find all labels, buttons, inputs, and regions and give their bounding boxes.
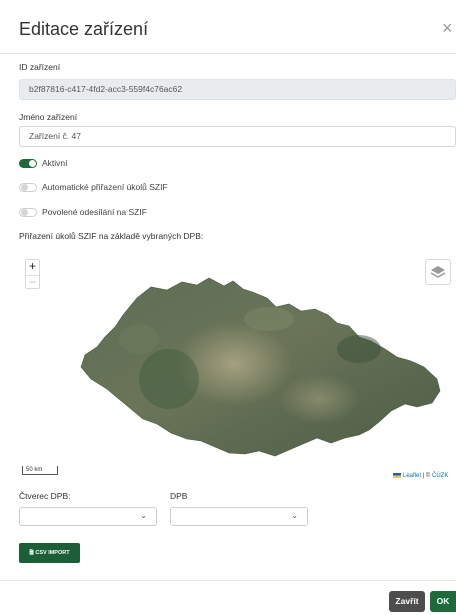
- file-icon: 🗎: [29, 550, 34, 556]
- toggle-knob: [21, 184, 28, 191]
- flag-icon: [393, 473, 401, 478]
- toggle-switch-off[interactable]: [19, 183, 37, 192]
- satellite-map-shape: [80, 277, 441, 457]
- dpb-select[interactable]: ⌄: [170, 507, 308, 526]
- dpb-label: DPB: [170, 491, 188, 501]
- toggle-active-label: Aktivní: [42, 158, 68, 168]
- chevron-down-icon: ⌄: [291, 511, 298, 520]
- zoom-control: + −: [25, 259, 40, 289]
- attribution-separator: | ©: [421, 473, 432, 480]
- ctverec-select[interactable]: ⌄: [19, 507, 157, 526]
- csv-import-button[interactable]: 🗎 CSV IMPORT: [19, 543, 80, 563]
- close-button[interactable]: Zavřít: [389, 591, 425, 612]
- dialog-header: Editace zařízení ×: [0, 0, 456, 54]
- device-id-field: b2f87816-c417-4fd2-acc3-559f4c76ac62: [19, 79, 456, 100]
- zoom-out-button[interactable]: −: [26, 275, 39, 290]
- map-label: Přiřazení úkolů SZIF na základě vybranýc…: [19, 231, 204, 241]
- csv-import-label: CSV IMPORT: [35, 550, 70, 556]
- map-attribution: Leaflet | © ČÚZK: [393, 473, 448, 479]
- dialog-title: Editace zařízení: [19, 19, 149, 39]
- toggle-knob: [21, 209, 28, 216]
- footer-divider: [0, 580, 456, 581]
- toggle-switch-off[interactable]: [19, 208, 37, 217]
- layers-icon-graphic: [430, 266, 446, 278]
- cuzk-link[interactable]: ČÚZK: [432, 473, 448, 479]
- ok-button[interactable]: OK: [430, 591, 456, 612]
- map-scale: 50 km: [22, 466, 58, 475]
- leaflet-link[interactable]: Leaflet: [403, 473, 421, 479]
- chevron-down-icon: ⌄: [140, 511, 147, 520]
- layers-icon[interactable]: [425, 259, 451, 285]
- map-view[interactable]: + − 50 km Leaflet | © ČÚZK: [19, 249, 456, 485]
- zoom-in-button[interactable]: +: [26, 260, 39, 274]
- edit-device-dialog: Editace zařízení × ID zařízení b2f87816-…: [0, 0, 456, 615]
- toggle-knob: [29, 160, 36, 167]
- toggle-switch-on[interactable]: [19, 159, 37, 168]
- device-name-field[interactable]: Zařízení č. 47: [19, 126, 456, 147]
- close-icon[interactable]: ×: [442, 18, 456, 38]
- ctverec-label: Čtverec DPB:: [19, 491, 71, 501]
- device-id-label: ID zařízení: [19, 62, 61, 72]
- toggle-auto-assign-label: Automatické přiřazení úkolů SZIF: [42, 182, 168, 192]
- device-name-label: Jméno zařízení: [19, 112, 78, 122]
- toggle-allow-send-label: Povolené odesílání na SZIF: [42, 207, 147, 217]
